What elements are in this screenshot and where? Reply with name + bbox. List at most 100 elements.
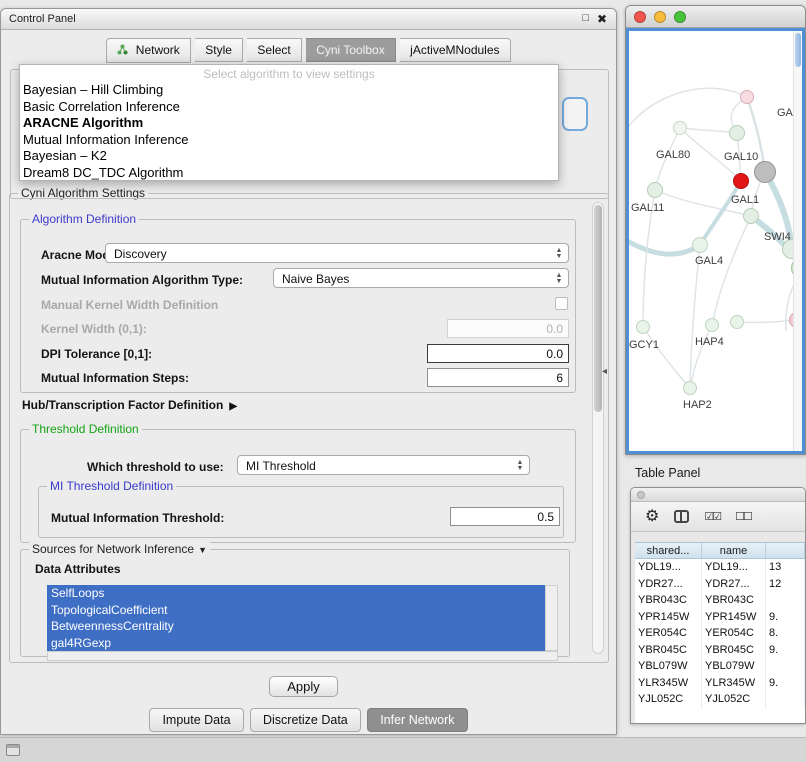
network-node[interactable] [705, 318, 719, 332]
apply-button[interactable]: Apply [269, 676, 338, 697]
table-cell [766, 691, 805, 708]
network-canvas[interactable]: GALGAL80GAL10GAL1GAL11SWI4GAL4GCY1HAP4HA… [629, 31, 793, 451]
node-table: shared... name YDL19... YDL19... 13 YDR2… [635, 542, 805, 723]
table-window-titlebar [631, 488, 805, 502]
mi-algorithm-type-combobox[interactable]: Naive Bayes ▲▼ [273, 268, 569, 288]
tab-label: Select [257, 43, 290, 57]
network-node-label: GAL [777, 107, 793, 119]
algorithm-option[interactable]: Dream8 DC_TDC Algorithm [20, 165, 558, 182]
mi-steps-field[interactable]: 6 [427, 368, 569, 387]
tab-network[interactable]: Network [106, 38, 190, 63]
table-row[interactable]: YPR145W YPR145W 9. [635, 609, 805, 626]
close-traffic-light[interactable] [634, 11, 646, 23]
table-cell: YLR345W [702, 675, 766, 692]
combo-arrows-icon: ▲▼ [553, 245, 565, 263]
network-node[interactable] [647, 182, 663, 198]
attribute-list-item[interactable]: BetweennessCentrality [47, 618, 545, 635]
table-row[interactable]: YBL079W YBL079W [635, 658, 805, 675]
control-panel-window: Control Panel □ ✖ Network Style Select C… [0, 8, 617, 735]
table-cell: YBR043C [702, 592, 766, 609]
mi-steps-label: Mutual Information Steps: [41, 371, 189, 385]
network-scrollbar-thumb[interactable] [795, 33, 801, 67]
column-header[interactable]: shared... [635, 543, 702, 558]
table-cell: 8. [766, 625, 805, 642]
table-row[interactable]: YJL052C YJL052C [635, 691, 805, 708]
table-row[interactable]: YBR043C YBR043C [635, 592, 805, 609]
zoom-traffic-light[interactable] [674, 11, 686, 23]
float-window-icon[interactable]: □ [582, 12, 589, 24]
close-icon[interactable]: ✖ [597, 12, 607, 26]
minimized-window-icon[interactable] [6, 744, 20, 756]
mi-threshold-definition-group: MI Threshold Definition Mutual Informati… [38, 486, 564, 538]
table-row[interactable]: YLR345W YLR345W 9. [635, 675, 805, 692]
table-cell: YLR345W [635, 675, 702, 692]
threshold-definition-title: Threshold Definition [29, 422, 142, 436]
table-row[interactable]: YER054C YER054C 8. [635, 625, 805, 642]
network-node-label: GAL10 [724, 151, 758, 163]
kernel-width-field[interactable]: 0.0 [447, 319, 569, 338]
network-node[interactable] [754, 161, 776, 183]
dpi-tolerance-field[interactable]: 0.0 [427, 344, 569, 363]
mi-threshold-field[interactable]: 0.5 [450, 507, 560, 526]
table-panel-title: Table Panel [635, 466, 700, 480]
tab-select[interactable]: Select [247, 38, 301, 62]
algorithm-option[interactable]: Bayesian – Hill Climbing [20, 82, 558, 99]
data-attributes-list: SelfLoops TopologicalCoefficient Between… [47, 585, 545, 651]
tab-discretize-data[interactable]: Discretize Data [250, 708, 361, 732]
table-cell: YER054C [702, 625, 766, 642]
tab-impute-data[interactable]: Impute Data [149, 708, 243, 732]
algorithm-option[interactable]: Basic Correlation Inference [20, 99, 558, 116]
tab-style[interactable]: Style [195, 38, 243, 62]
tab-infer-network[interactable]: Infer Network [367, 708, 467, 732]
network-node[interactable] [733, 173, 749, 189]
network-node[interactable] [740, 90, 754, 104]
network-node[interactable] [692, 237, 708, 253]
tab-jactivemnodules[interactable]: jActiveMNodules [400, 38, 510, 62]
algorithm-combobox-focus-ring[interactable] [562, 97, 588, 131]
manual-kernel-width-checkbox[interactable] [555, 297, 568, 310]
unchecked-boxes-icon[interactable]: ☐☐ [735, 510, 751, 523]
table-cell: 9. [766, 675, 805, 692]
algorithm-option[interactable]: Mutual Information Inference [20, 132, 558, 149]
sources-group-title[interactable]: Sources for Network Inference▼ [29, 542, 210, 556]
table-cell: 9. [766, 609, 805, 626]
aracne-mode-combobox[interactable]: Discovery ▲▼ [105, 243, 569, 263]
table-header-row: shared... name [635, 542, 805, 559]
tab-cyni-toolbox[interactable]: Cyni Toolbox [306, 38, 395, 62]
panel-collapse-arrow-icon[interactable]: ◂ [602, 366, 607, 377]
table-row[interactable]: YDR27... YDR27... 12 [635, 576, 805, 593]
settings-scrollbar-thumb[interactable] [594, 205, 602, 412]
columns-icon[interactable] [674, 510, 689, 523]
algorithm-options-list: Bayesian – Hill Climbing Basic Correlati… [20, 82, 558, 181]
network-vertical-scrollbar[interactable] [793, 31, 802, 451]
network-node[interactable] [683, 381, 697, 395]
combo-arrows-icon: ▲▼ [514, 457, 526, 475]
table-cell: YBR043C [635, 592, 702, 609]
algorithm-option[interactable]: ARACNE Algorithm [20, 115, 558, 132]
hub-transcription-factor-expander[interactable]: Hub/Transcription Factor Definition▶ [22, 398, 237, 412]
algorithm-option[interactable]: Bayesian – K2 [20, 148, 558, 165]
network-node[interactable] [729, 125, 745, 141]
network-node[interactable] [636, 320, 650, 334]
table-row[interactable]: YBR045C YBR045C 9. [635, 642, 805, 659]
checked-boxes-icon[interactable]: ☑☑ [704, 510, 720, 523]
table-row[interactable]: YDL19... YDL19... 13 [635, 559, 805, 576]
column-header[interactable] [766, 543, 805, 558]
network-node[interactable] [730, 315, 744, 329]
window-button-icon[interactable] [637, 491, 645, 499]
attribute-list-item[interactable]: gal4RGexp [47, 635, 545, 652]
table-cell: YDR27... [635, 576, 702, 593]
attributes-vertical-scrollbar[interactable] [545, 585, 558, 651]
settings-scrollbar[interactable] [592, 202, 604, 654]
attribute-list-item[interactable]: TopologicalCoefficient [47, 602, 545, 619]
aracne-mode-value: Discovery [106, 244, 568, 261]
attribute-list-item[interactable]: SelfLoops [47, 585, 545, 602]
column-header[interactable]: name [702, 543, 766, 558]
attributes-horizontal-scrollbar[interactable] [47, 651, 558, 661]
network-node[interactable] [673, 121, 687, 135]
gear-icon[interactable]: ⚙ [645, 509, 659, 525]
minimize-traffic-light[interactable] [654, 11, 666, 23]
network-node[interactable] [743, 208, 759, 224]
bottom-tabs: Impute Data Discretize Data Infer Networ… [1, 708, 616, 732]
which-threshold-combobox[interactable]: MI Threshold ▲▼ [237, 455, 530, 475]
